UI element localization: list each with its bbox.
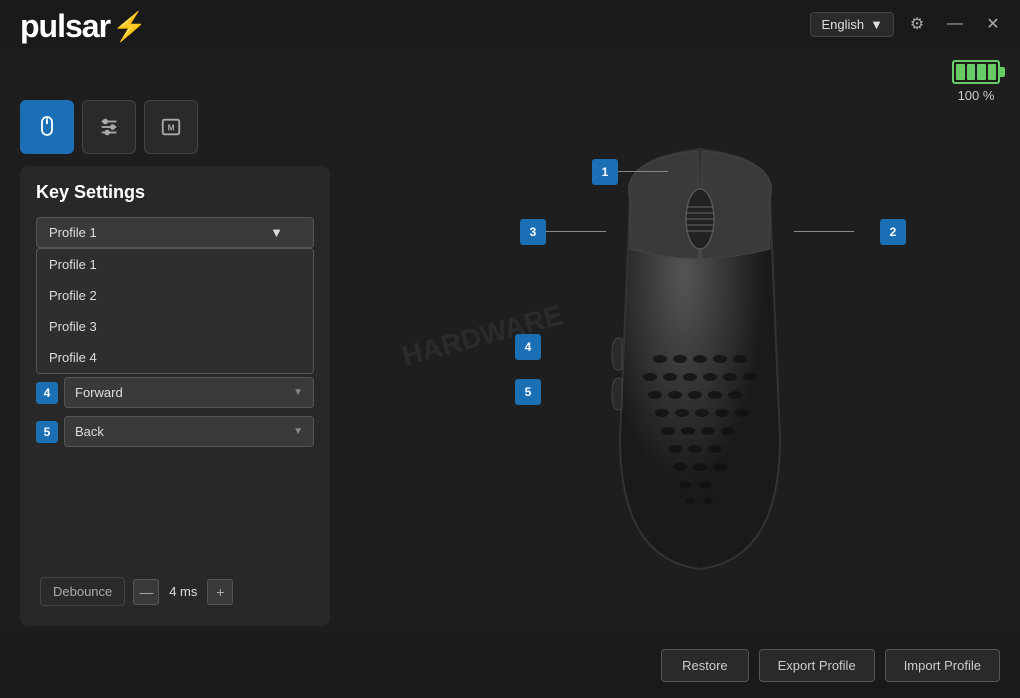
mouse-label-1: 1 (592, 159, 618, 185)
logo: pulsar⚡ (20, 8, 147, 45)
close-button[interactable]: ✕ (978, 9, 1008, 39)
battery-percentage: 100 % (958, 88, 995, 103)
language-selector[interactable]: English ▼ (810, 12, 894, 37)
tab-mouse[interactable] (20, 100, 74, 154)
battery-indicator: 100 % (952, 60, 1000, 103)
svg-text:M: M (168, 124, 175, 133)
bottom-bar: Restore Export Profile Import Profile (0, 633, 1020, 698)
mouse-visualization: 1 2 3 4 5 (380, 130, 1020, 628)
tab-macro[interactable]: M (144, 100, 198, 154)
profile-option-2[interactable]: Profile 2 (37, 280, 313, 311)
label-line-3 (546, 231, 606, 232)
sliders-icon (98, 116, 120, 138)
debounce-control: Debounce — 4 ms + (40, 577, 233, 606)
label-line-2 (794, 231, 854, 232)
key-row-4: 4 Forward ▼ (36, 377, 314, 408)
mouse-container: 1 2 3 4 5 (510, 139, 890, 619)
settings-button[interactable]: ⚙ (902, 9, 932, 39)
key-label-5: Back (75, 424, 104, 439)
debounce-label: Debounce (40, 577, 125, 606)
key-button-4[interactable]: Forward ▼ (64, 377, 314, 408)
battery-bar (977, 64, 986, 80)
profile-selected-label: Profile 1 (49, 225, 97, 240)
profile-selector[interactable]: Profile 1 ▼ Profile 1 Profile 2 Profile … (36, 217, 314, 248)
battery-bar (967, 64, 976, 80)
mouse-label-5: 5 (515, 379, 541, 405)
chevron-icon: ▼ (293, 426, 303, 437)
logo-text: pulsar (20, 8, 110, 45)
key-row-5: 5 Back ▼ (36, 416, 314, 447)
battery-bar (988, 64, 997, 80)
tab-settings[interactable] (82, 100, 136, 154)
minimize-button[interactable]: — (940, 9, 970, 39)
battery-bar (956, 64, 965, 80)
debounce-plus-button[interactable]: + (207, 579, 233, 605)
battery-icon (952, 60, 1000, 84)
chevron-down-icon: ▼ (270, 225, 283, 240)
profile-dropdown-menu: Profile 1 Profile 2 Profile 3 Profile 4 (36, 248, 314, 374)
chevron-icon: ▼ (293, 387, 303, 398)
key-label-4: Forward (75, 385, 123, 400)
mouse-label-2: 2 (880, 219, 906, 245)
mouse-label-3: 3 (520, 219, 546, 245)
profile-option-3[interactable]: Profile 3 (37, 311, 313, 342)
logo-lightning: ⚡ (112, 10, 147, 43)
nav-tabs: M (20, 100, 198, 154)
profile-option-4[interactable]: Profile 4 (37, 342, 313, 373)
mouse-icon (35, 115, 59, 139)
key-number-5: 5 (36, 421, 58, 443)
profile-dropdown-button[interactable]: Profile 1 ▼ (36, 217, 314, 248)
profile-option-1[interactable]: Profile 1 (37, 249, 313, 280)
mouse-label-4: 4 (515, 334, 541, 360)
titlebar: pulsar⚡ English ▼ ⚙ — ✕ (0, 0, 1020, 48)
key-settings-panel: Key Settings Profile 1 ▼ Profile 1 Profi… (20, 166, 330, 626)
key-number-4: 4 (36, 382, 58, 404)
debounce-minus-button[interactable]: — (133, 579, 159, 605)
language-label: English (821, 17, 864, 32)
panel-title: Key Settings (36, 182, 314, 203)
macro-icon: M (160, 116, 182, 138)
mouse-svg (550, 139, 850, 589)
restore-button[interactable]: Restore (661, 649, 749, 682)
debounce-value: 4 ms (167, 584, 199, 599)
import-profile-button[interactable]: Import Profile (885, 649, 1000, 682)
export-profile-button[interactable]: Export Profile (759, 649, 875, 682)
label-line-1 (618, 171, 668, 172)
key-button-5[interactable]: Back ▼ (64, 416, 314, 447)
chevron-down-icon: ▼ (870, 17, 883, 32)
